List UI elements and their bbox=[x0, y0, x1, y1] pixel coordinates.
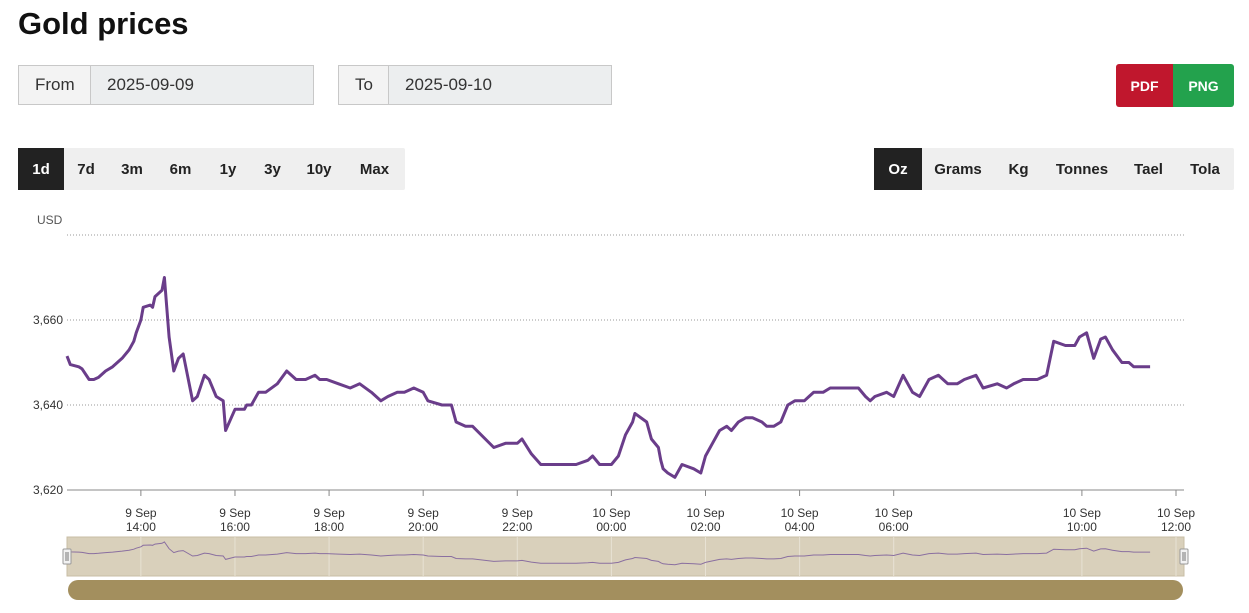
x-tick-date: 9 Sep bbox=[407, 506, 439, 520]
navigator-scrollbar[interactable] bbox=[68, 580, 1183, 600]
x-tick-date: 10 Sep bbox=[1157, 506, 1195, 520]
x-tick-date: 10 Sep bbox=[781, 506, 819, 520]
currency-label: USD bbox=[37, 213, 63, 227]
x-tick-date: 10 Sep bbox=[1063, 506, 1101, 520]
x-tick-time: 22:00 bbox=[502, 520, 532, 534]
y-tick-label: 3,640 bbox=[33, 398, 63, 412]
x-tick-time: 12:00 bbox=[1161, 520, 1191, 534]
navigator-handle-right[interactable] bbox=[1179, 548, 1189, 565]
x-tick-time: 16:00 bbox=[220, 520, 250, 534]
y-tick-label: 3,660 bbox=[33, 313, 63, 327]
x-tick-date: 9 Sep bbox=[313, 506, 345, 520]
x-tick-time: 20:00 bbox=[408, 520, 438, 534]
x-tick-date: 9 Sep bbox=[219, 506, 251, 520]
x-tick-date: 10 Sep bbox=[686, 506, 724, 520]
x-tick-time: 18:00 bbox=[314, 520, 344, 534]
x-tick-time: 02:00 bbox=[690, 520, 720, 534]
x-tick-date: 10 Sep bbox=[592, 506, 630, 520]
x-tick-time: 04:00 bbox=[785, 520, 815, 534]
x-tick-time: 14:00 bbox=[126, 520, 156, 534]
x-tick-date: 10 Sep bbox=[875, 506, 913, 520]
x-tick-date: 9 Sep bbox=[502, 506, 534, 520]
y-tick-label: 3,620 bbox=[33, 483, 63, 497]
x-tick-date: 9 Sep bbox=[125, 506, 157, 520]
navigator-handle-left[interactable] bbox=[62, 548, 72, 565]
x-tick-time: 10:00 bbox=[1067, 520, 1097, 534]
gold-price-chart: USD3,6203,6403,6609 Sep14:009 Sep16:009 … bbox=[33, 213, 1195, 600]
x-tick-time: 00:00 bbox=[596, 520, 626, 534]
series-line bbox=[65, 276, 1151, 479]
x-tick-time: 06:00 bbox=[879, 520, 909, 534]
